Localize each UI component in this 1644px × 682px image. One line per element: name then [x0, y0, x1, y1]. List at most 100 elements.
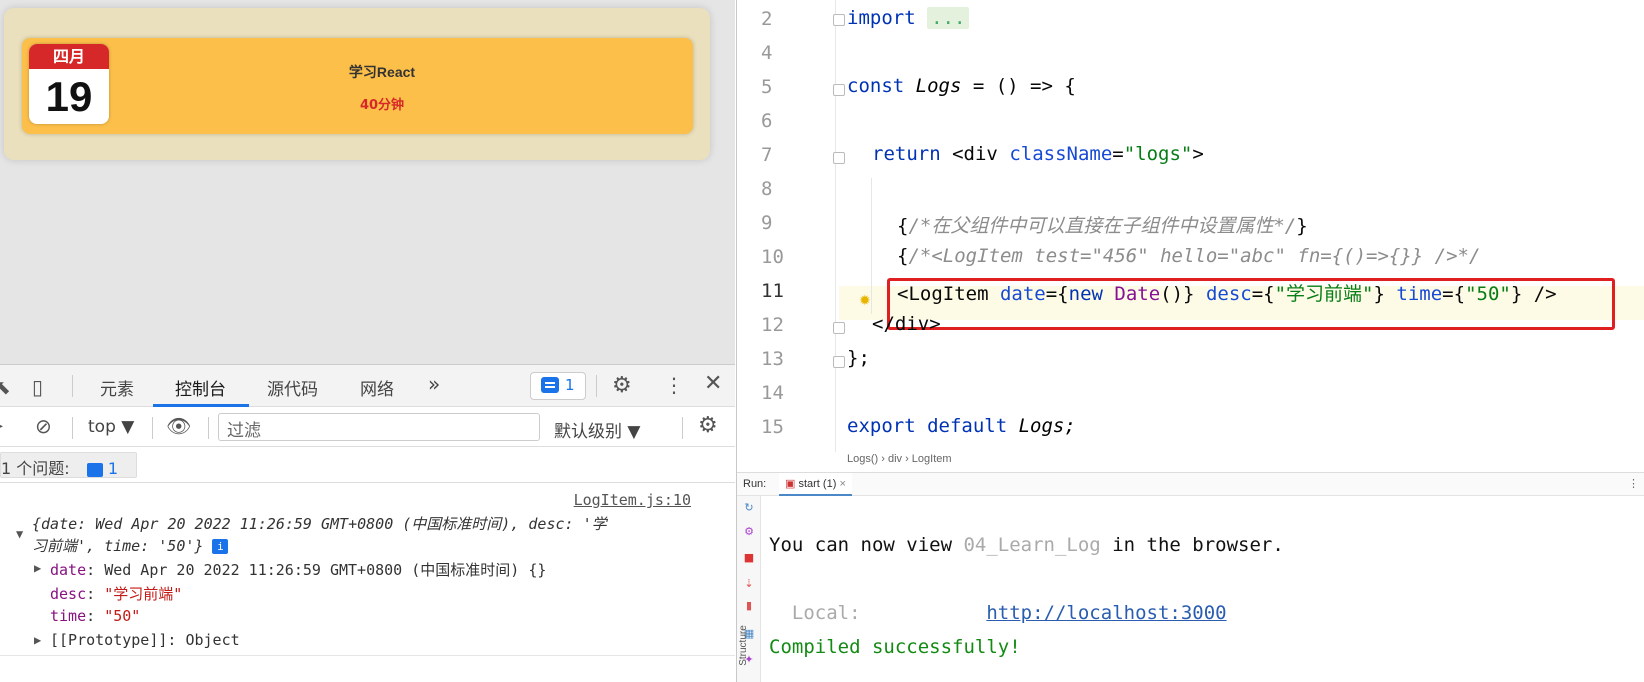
code-editor[interactable]: 2 4 5 6 7 8 9 10 11 12 13 14 15 import .…	[737, 0, 1644, 452]
tab-elements[interactable]: 元素	[100, 375, 134, 400]
fold-icon[interactable]	[833, 356, 845, 368]
line-number: 13	[761, 348, 784, 370]
info-icon[interactable]: i	[212, 539, 229, 554]
code-line-13: };	[847, 347, 870, 369]
divider	[208, 417, 209, 439]
expand-arrow-icon[interactable]: ▼	[16, 527, 23, 541]
line-number: 14	[761, 382, 784, 404]
more-tabs-button[interactable]: »	[428, 372, 440, 396]
code-line-10: {/*<LogItem test="456" hello="abc" fn={(…	[897, 245, 1481, 267]
messages-badge[interactable]: 1	[530, 372, 586, 400]
divider	[0, 655, 735, 656]
prop-date[interactable]: date: Wed Apr 20 2022 11:26:59 GMT+0800 …	[50, 559, 546, 580]
message-icon	[541, 377, 559, 393]
close-tab-icon[interactable]: ×	[839, 478, 845, 490]
page-viewport: 四月 19 学习React 40分钟	[0, 0, 735, 364]
issues-bar: 1 个问题: 1	[0, 447, 735, 483]
divider	[72, 375, 73, 397]
code-line-5: const Logs = () => {	[847, 75, 1076, 97]
calendar-widget: 四月 19	[29, 44, 109, 124]
devtools-panel: ⬉ ▯ 元素 控制台 源代码 网络 » 1 ⚙ ⋮ ✕ ▸ ⊘ top ▼ 👁	[0, 364, 735, 682]
scroll-to-end-icon[interactable]: ⇣	[743, 578, 755, 590]
run-output-line1: You can now view 04_Learn_Log in the bro…	[769, 534, 1284, 556]
lightbulb-icon[interactable]: ✹	[859, 293, 871, 309]
red-highlight-box	[887, 278, 1615, 330]
structure-tool-tab[interactable]: Structure	[738, 625, 749, 666]
console-settings-icon[interactable]: ⚙	[698, 413, 718, 438]
run-label: Run:	[743, 478, 767, 490]
fold-icon[interactable]	[833, 84, 845, 96]
log-summary-line1[interactable]: {date: Wed Apr 20 2022 11:26:59 GMT+0800…	[32, 513, 607, 534]
clear-console-icon[interactable]: ⊘	[35, 414, 52, 438]
divider	[72, 417, 73, 439]
prop-time: time: "50"	[50, 607, 141, 625]
expand-arrow-icon[interactable]: ▶	[34, 633, 41, 647]
prop-prototype[interactable]: [[Prototype]]: Object	[50, 631, 240, 649]
run-toolbar: Run: ▣ start (1) × ⋮	[737, 472, 1644, 496]
tab-console[interactable]: 控制台	[175, 375, 226, 400]
prop-desc: desc: "学习前端"	[50, 585, 183, 603]
console-output: LogItem.js:10 ▼ {date: Wed Apr 20 2022 1…	[0, 483, 735, 682]
fold-icon[interactable]	[833, 152, 845, 164]
more-icon[interactable]: ⋮	[1628, 477, 1639, 490]
logs-container: 四月 19 学习React 40分钟	[4, 8, 710, 160]
line-number: 10	[761, 246, 784, 268]
stop-icon[interactable]: ■	[743, 552, 755, 564]
sidebar-toggle-icon[interactable]: ▸	[0, 415, 3, 436]
kebab-menu-icon[interactable]: ⋮	[664, 373, 684, 397]
device-toolbar-icon[interactable]: ▯	[32, 375, 43, 399]
local-url-link[interactable]: http://localhost:3000	[986, 602, 1226, 624]
log-item: 四月 19 学习React 40分钟	[22, 38, 693, 134]
expand-arrow-icon[interactable]: ▶	[34, 561, 41, 575]
line-number: 15	[761, 416, 784, 438]
indent-guide	[871, 178, 872, 314]
trash-icon[interactable]: ▮	[743, 600, 755, 612]
line-number: 7	[761, 144, 773, 166]
divider	[682, 417, 683, 439]
tab-sources[interactable]: 源代码	[267, 375, 318, 400]
divider	[596, 375, 597, 397]
tab-network[interactable]: 网络	[360, 375, 394, 400]
eye-icon[interactable]: 👁	[166, 414, 191, 438]
line-number: 12	[761, 314, 784, 336]
code-line-2: import ...	[847, 7, 970, 29]
line-number: 9	[761, 212, 773, 234]
line-number: 11	[761, 280, 784, 302]
calendar-day: 19	[45, 73, 93, 120]
inspect-icon[interactable]: ⬉	[0, 375, 11, 399]
settings-icon[interactable]: ⚙	[743, 526, 755, 538]
line-number: 2	[761, 8, 773, 30]
code-line-9: {/*在父组件中可以直接在子组件中设置属性*/}	[897, 215, 1308, 237]
issue-message-icon	[86, 462, 103, 477]
editor-breadcrumb[interactable]: Logs() › div › LogItem	[847, 453, 952, 465]
code-line-12: </div>	[872, 313, 941, 335]
fold-icon[interactable]	[833, 14, 845, 26]
line-number: 4	[761, 42, 773, 64]
log-summary-line2[interactable]: 习前端', time: '50'} i	[32, 535, 229, 556]
code-line-7: return <div className="logs">	[872, 143, 1204, 165]
run-output-compiled: Compiled successfully!	[769, 636, 1021, 658]
rerun-icon[interactable]: ↻	[743, 502, 755, 514]
close-icon[interactable]: ✕	[704, 371, 722, 396]
run-output-local: Local: http://localhost:3000	[769, 602, 1227, 624]
divider	[152, 417, 153, 439]
issues-chip[interactable]: 1 个问题: 1	[0, 452, 137, 478]
npm-icon: ▣	[785, 478, 796, 490]
browser-pane: 四月 19 学习React 40分钟 ⬉ ▯ 元素 控制台 源代码 网络 » 1	[0, 0, 735, 682]
calendar-month: 四月	[29, 44, 109, 69]
console-toolbar: ▸ ⊘ top ▼ 👁 过滤 默认级别 ▼ ⚙	[0, 407, 735, 447]
console-filter-input[interactable]: 过滤	[218, 413, 540, 441]
settings-gear-icon[interactable]: ⚙	[612, 373, 632, 398]
fold-icon[interactable]	[833, 322, 845, 334]
line-number: 6	[761, 110, 773, 132]
run-tab-start[interactable]: ▣ start (1) ×	[779, 473, 852, 496]
devtools-tabbar: ⬉ ▯ 元素 控制台 源代码 网络 » 1 ⚙ ⋮ ✕	[0, 365, 735, 407]
ide-pane: 2 4 5 6 7 8 9 10 11 12 13 14 15 import .…	[736, 0, 1644, 682]
log-level-select[interactable]: 默认级别 ▼	[554, 417, 640, 442]
code-line-15: export default Logs;	[847, 415, 1076, 437]
line-number: 5	[761, 76, 773, 98]
context-selector[interactable]: top ▼	[88, 417, 134, 437]
source-link[interactable]: LogItem.js:10	[574, 491, 691, 509]
line-number: 8	[761, 178, 773, 200]
gutter-divider	[835, 0, 836, 452]
